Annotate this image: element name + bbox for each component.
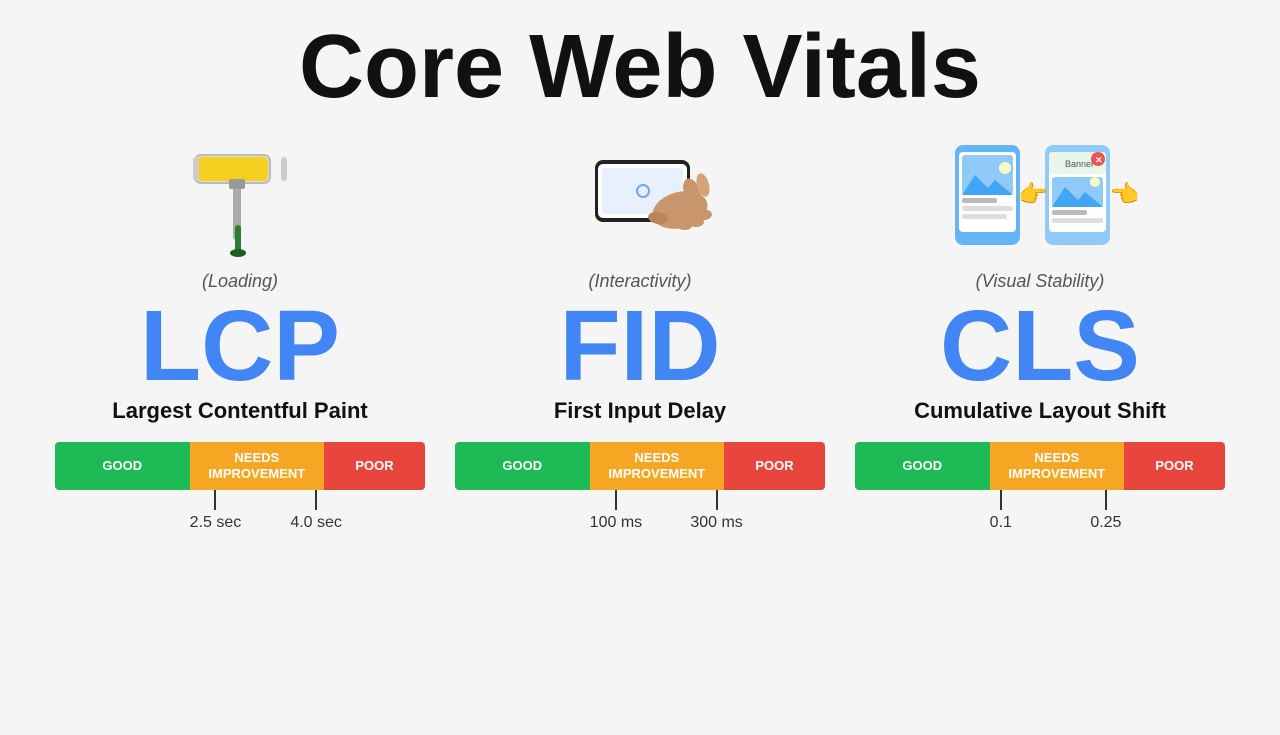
cls-marker1: 0.1 bbox=[990, 490, 1012, 532]
cls-needs-segment: NEEDS IMPROVEMENT bbox=[990, 442, 1125, 490]
cls-poor-segment: POOR bbox=[1124, 442, 1225, 490]
lcp-needs-segment: NEEDS IMPROVEMENT bbox=[190, 442, 325, 490]
lcp-poor-segment: POOR bbox=[324, 442, 425, 490]
cls-category: (Visual Stability) bbox=[976, 271, 1105, 292]
cls-marker2: 0.25 bbox=[1090, 490, 1121, 532]
fid-scale-bar: GOOD NEEDS IMPROVEMENT POOR bbox=[455, 442, 825, 490]
cls-name: Cumulative Layout Shift bbox=[914, 398, 1166, 424]
lcp-scale: GOOD NEEDS IMPROVEMENT POOR 2.5 sec 4.0 … bbox=[55, 442, 425, 540]
lcp-name: Largest Contentful Paint bbox=[112, 398, 367, 424]
lcp-icon bbox=[175, 125, 305, 265]
fid-acronym: FID bbox=[559, 296, 720, 396]
cls-scale: GOOD NEEDS IMPROVEMENT POOR 0.1 0.25 bbox=[855, 442, 1225, 540]
fid-markers: 100 ms 300 ms bbox=[455, 490, 825, 540]
svg-text:✕: ✕ bbox=[1095, 155, 1103, 165]
svg-text:👉: 👉 bbox=[1018, 181, 1048, 208]
lcp-marker2: 4.0 sec bbox=[290, 490, 342, 532]
cls-good-segment: GOOD bbox=[855, 442, 990, 490]
lcp-acronym: LCP bbox=[140, 296, 340, 396]
lcp-markers: 2.5 sec 4.0 sec bbox=[55, 490, 425, 540]
vital-card-cls: Banner ✕ 👉 👉 (Visual Stability) CLS Cumu… bbox=[855, 125, 1225, 540]
fid-category: (Interactivity) bbox=[588, 271, 691, 292]
fid-marker1: 100 ms bbox=[590, 490, 642, 532]
cls-acronym: CLS bbox=[940, 296, 1140, 396]
lcp-good-segment: GOOD bbox=[55, 442, 190, 490]
vital-card-fid: (Interactivity) FID First Input Delay GO… bbox=[455, 125, 825, 540]
fid-poor-segment: POOR bbox=[724, 442, 825, 490]
page-title: Core Web Vitals bbox=[299, 20, 981, 115]
fid-icon bbox=[540, 125, 740, 265]
cls-icon: Banner ✕ 👉 👉 bbox=[940, 125, 1140, 265]
fid-marker2: 300 ms bbox=[690, 490, 742, 532]
vital-card-lcp: (Loading) LCP Largest Contentful Paint G… bbox=[55, 125, 425, 540]
fid-needs-segment: NEEDS IMPROVEMENT bbox=[590, 442, 725, 490]
svg-text:Banner: Banner bbox=[1065, 159, 1094, 169]
fid-name: First Input Delay bbox=[554, 398, 726, 424]
lcp-category: (Loading) bbox=[202, 271, 278, 292]
lcp-marker1: 2.5 sec bbox=[190, 490, 242, 532]
cls-markers: 0.1 0.25 bbox=[855, 490, 1225, 540]
cls-scale-bar: GOOD NEEDS IMPROVEMENT POOR bbox=[855, 442, 1225, 490]
vitals-grid: (Loading) LCP Largest Contentful Paint G… bbox=[40, 125, 1240, 540]
lcp-scale-bar: GOOD NEEDS IMPROVEMENT POOR bbox=[55, 442, 425, 490]
fid-good-segment: GOOD bbox=[455, 442, 590, 490]
fid-scale: GOOD NEEDS IMPROVEMENT POOR 100 ms 300 m… bbox=[455, 442, 825, 540]
svg-text:👉: 👉 bbox=[1110, 181, 1140, 208]
